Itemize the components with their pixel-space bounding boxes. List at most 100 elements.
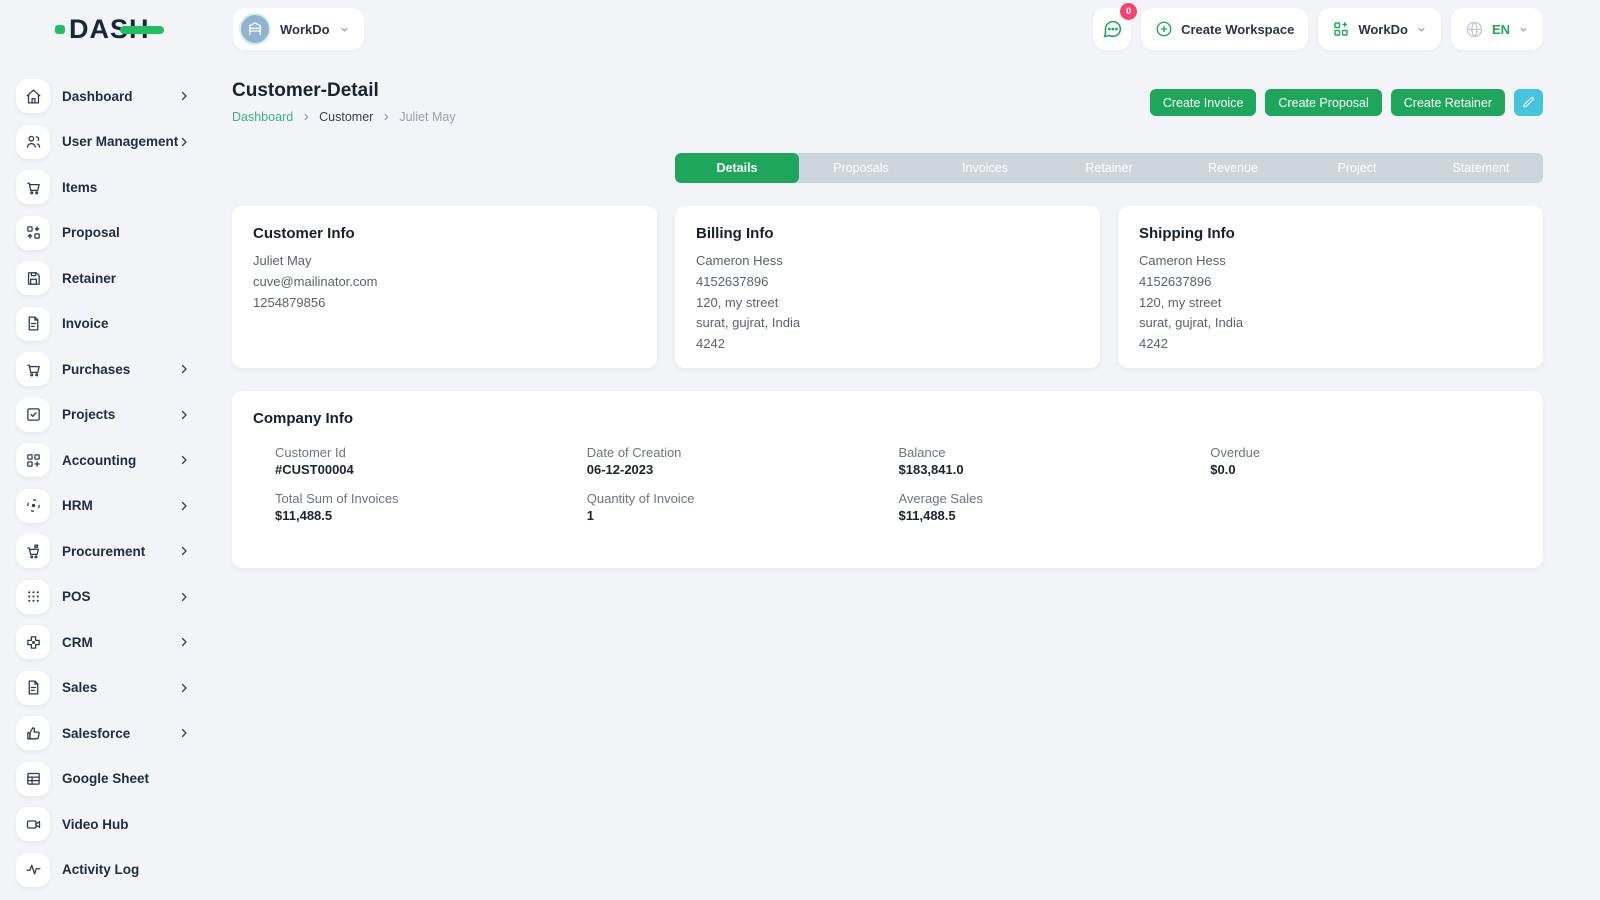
- create-retainer-button[interactable]: Create Retainer: [1391, 89, 1505, 116]
- grid-plus-icon: [1332, 20, 1350, 38]
- sidebar-item-label: Proposal: [62, 225, 194, 240]
- info-line: 4152637896: [1139, 273, 1522, 290]
- tab-project[interactable]: Project: [1295, 153, 1419, 183]
- field-label: Balance: [899, 445, 1211, 460]
- chevron-right-icon: [178, 363, 190, 375]
- sidebar-item-label: Dashboard: [62, 89, 178, 104]
- sidebar-list: Dashboard User Management Items Proposal Ret…: [16, 79, 194, 887]
- customer-info-lines: Juliet Maycuve@mailinator.com1254879856: [253, 252, 636, 311]
- puzzle-icon: [16, 625, 50, 659]
- sidebar: Dashboard User Management Items Proposal Ret…: [0, 58, 210, 900]
- company-field-overdue: Overdue$0.0: [1210, 445, 1522, 477]
- field-value: $183,841.0: [899, 462, 1211, 477]
- sidebar-item-sales[interactable]: Sales: [16, 671, 194, 705]
- cart-icon: [16, 170, 50, 204]
- sidebar-item-video-hub[interactable]: Video Hub: [16, 807, 194, 841]
- chevron-right-icon: [178, 545, 190, 557]
- sidebar-item-activity-log[interactable]: Activity Log: [16, 853, 194, 887]
- cart-flag-icon: [16, 534, 50, 568]
- sidebar-item-label: Items: [62, 180, 194, 195]
- create-invoice-button[interactable]: Create Invoice: [1150, 89, 1257, 116]
- info-line: surat, gujrat, India: [696, 314, 1079, 331]
- pencil-icon: [1522, 96, 1535, 109]
- info-line: Cameron Hess: [1139, 252, 1522, 269]
- breadcrumb-item-juliet-may: Juliet May: [399, 110, 455, 124]
- workdo-menu-button[interactable]: WorkDo: [1318, 8, 1441, 50]
- create-workspace-button[interactable]: Create Workspace: [1141, 8, 1308, 50]
- info-line: 120, my street: [696, 294, 1079, 311]
- info-line: 4242: [1139, 335, 1522, 352]
- sidebar-item-pos[interactable]: POS: [16, 580, 194, 614]
- sidebar-item-invoice[interactable]: Invoice: [16, 307, 194, 341]
- chevron-right-icon: [178, 500, 190, 512]
- activity-icon: [16, 853, 50, 887]
- sidebar-item-purchases[interactable]: Purchases: [16, 352, 194, 386]
- sidebar-item-label: Projects: [62, 407, 178, 422]
- sidebar-item-projects[interactable]: Projects: [16, 398, 194, 432]
- breadcrumb: Dashboard Customer Juliet May: [232, 110, 456, 124]
- topbar-right: 0 Create Workspace WorkDo EN: [1093, 8, 1600, 50]
- tab-statement[interactable]: Statement: [1419, 153, 1543, 183]
- tab-details[interactable]: Details: [675, 153, 799, 183]
- detail-tabs: DetailsProposalsInvoicesRetainerRevenueP…: [675, 153, 1543, 183]
- sidebar-item-label: User Management: [62, 134, 178, 149]
- field-label: Total Sum of Invoices: [275, 491, 587, 506]
- company-fields-grid: Customer Id#CUST00004Date of Creation06-…: [253, 445, 1522, 523]
- breadcrumb-item-customer[interactable]: Customer: [319, 110, 373, 124]
- breadcrumb-item-dashboard[interactable]: Dashboard: [232, 110, 293, 124]
- chevron-right-icon: [178, 727, 190, 739]
- chevron-right-icon: [178, 591, 190, 603]
- dots-grid-icon: [16, 580, 50, 614]
- topbar: DASH WorkDo 0 Create Workspace: [0, 0, 1600, 58]
- sidebar-item-label: POS: [62, 589, 178, 604]
- field-label: Customer Id: [275, 445, 587, 460]
- sidebar-item-proposal[interactable]: Proposal: [16, 216, 194, 250]
- tab-invoices[interactable]: Invoices: [923, 153, 1047, 183]
- sidebar-item-crm[interactable]: CRM: [16, 625, 194, 659]
- info-line: Cameron Hess: [696, 252, 1079, 269]
- main-content: Customer-Detail Dashboard Customer Juliet …: [232, 58, 1543, 568]
- workspace-switcher[interactable]: WorkDo: [233, 8, 364, 50]
- edit-customer-button[interactable]: [1514, 89, 1543, 116]
- language-code: EN: [1492, 22, 1510, 37]
- company-field-quantity-of-invoice: Quantity of Invoice1: [587, 491, 899, 523]
- create-proposal-button[interactable]: Create Proposal: [1265, 89, 1381, 116]
- chevron-down-icon: [339, 24, 350, 35]
- field-label: Date of Creation: [587, 445, 899, 460]
- tab-proposals[interactable]: Proposals: [799, 153, 923, 183]
- company-field-balance: Balance $183,841.0: [899, 445, 1211, 477]
- company-field-total-sum-of-invoices: Total Sum of Invoices$11,488.5: [275, 491, 587, 523]
- sidebar-item-items[interactable]: Items: [16, 170, 194, 204]
- sidebar-item-procurement[interactable]: Procurement: [16, 534, 194, 568]
- chat-icon: [1102, 19, 1123, 40]
- sidebar-item-label: Google Sheet: [62, 771, 194, 786]
- sidebar-item-label: Retainer: [62, 271, 194, 286]
- shipping-info-card: Shipping Info Cameron Hess4152637896120,…: [1118, 206, 1543, 368]
- page-title: Customer-Detail: [232, 80, 456, 102]
- sidebar-item-dashboard[interactable]: Dashboard: [16, 79, 194, 113]
- check-square-icon: [16, 398, 50, 432]
- messages-button[interactable]: 0: [1093, 8, 1131, 50]
- sidebar-item-hrm[interactable]: HRM: [16, 489, 194, 523]
- sidebar-item-accounting[interactable]: Accounting: [16, 443, 194, 477]
- card-title: Customer Info: [253, 225, 636, 242]
- app-logo[interactable]: DASH: [0, 13, 210, 45]
- tab-retainer[interactable]: Retainer: [1047, 153, 1171, 183]
- sidebar-item-label: Salesforce: [62, 726, 178, 741]
- sidebar-item-label: Accounting: [62, 453, 178, 468]
- sidebar-item-salesforce[interactable]: Salesforce: [16, 716, 194, 750]
- chevron-right-icon: [178, 409, 190, 421]
- chevron-right-icon: [178, 90, 190, 102]
- card-title: Shipping Info: [1139, 225, 1522, 242]
- proposal-icon: [16, 216, 50, 250]
- field-value: #CUST00004: [275, 462, 587, 477]
- sidebar-item-retainer[interactable]: Retainer: [16, 261, 194, 295]
- sidebar-item-user-management[interactable]: User Management: [16, 125, 194, 159]
- info-line: 4242: [696, 335, 1079, 352]
- billing-info-card: Billing Info Cameron Hess4152637896120, …: [675, 206, 1100, 368]
- sidebar-item-label: Activity Log: [62, 862, 194, 877]
- cart-icon: [16, 352, 50, 386]
- language-selector[interactable]: EN: [1451, 8, 1543, 50]
- sidebar-item-google-sheet[interactable]: Google Sheet: [16, 762, 194, 796]
- tab-revenue[interactable]: Revenue: [1171, 153, 1295, 183]
